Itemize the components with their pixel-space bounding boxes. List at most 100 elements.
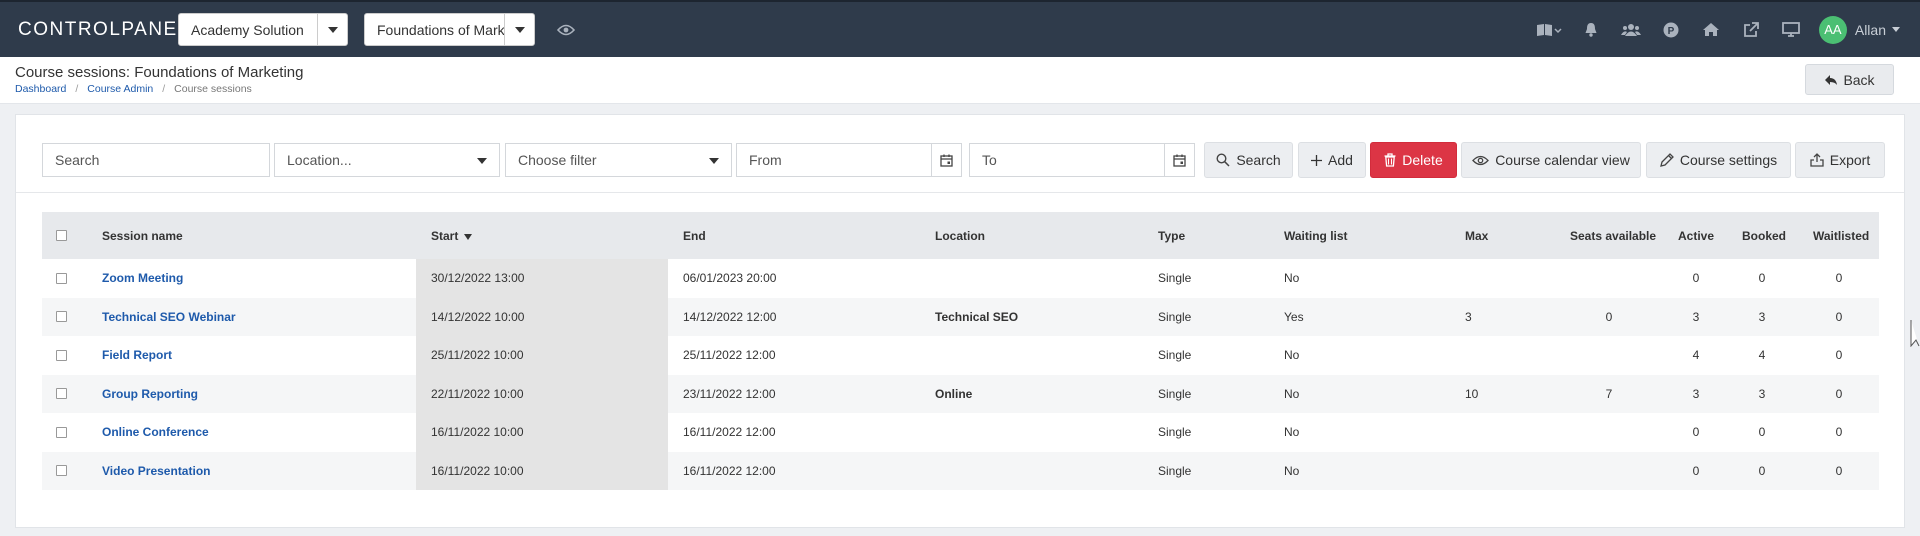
preview-eye-icon[interactable]: [555, 19, 577, 41]
search-icon: [1216, 153, 1230, 167]
course-select-value: Foundations of Mark: [377, 21, 504, 38]
table-header-row: Session name Start End Location Type Wai…: [42, 212, 1879, 259]
col-waiting-list[interactable]: Waiting list: [1284, 229, 1348, 243]
page-title: Course sessions: Foundations of Marketin…: [15, 64, 304, 81]
col-location[interactable]: Location: [935, 229, 985, 243]
home-icon[interactable]: [1691, 2, 1731, 57]
cell-session-name[interactable]: Online Conference: [102, 425, 209, 439]
breadcrumb: Dashboard / Course Admin / Course sessions: [15, 83, 252, 95]
breadcrumb-dashboard[interactable]: Dashboard: [15, 83, 66, 95]
cell-waitlisted: 0: [1835, 309, 1843, 324]
delete-button[interactable]: Delete: [1370, 142, 1457, 178]
col-booked[interactable]: Booked: [1742, 229, 1786, 243]
row-checkbox[interactable]: [56, 272, 67, 284]
row-checkbox[interactable]: [56, 465, 67, 477]
cell-waiting-list: Yes: [1284, 309, 1304, 324]
external-link-icon[interactable]: [1731, 2, 1771, 57]
location-select-placeholder: Location...: [287, 152, 352, 168]
cell-session-name[interactable]: Group Reporting: [102, 387, 198, 401]
cell-start: 30/12/2022 13:00: [431, 271, 525, 286]
search-input-placeholder: Search: [55, 152, 100, 168]
bell-icon[interactable]: [1571, 2, 1611, 57]
chevron-down-icon: [477, 158, 487, 164]
search-input[interactable]: Search: [42, 143, 270, 177]
breadcrumb-current: Course sessions: [174, 83, 252, 95]
cell-booked: 0: [1758, 425, 1766, 440]
cell-waitlisted: 0: [1835, 348, 1843, 363]
calendar-icon[interactable]: [932, 143, 962, 177]
cell-session-name[interactable]: Video Presentation: [102, 464, 210, 478]
from-date-input[interactable]: From: [736, 143, 932, 177]
location-select[interactable]: Location...: [274, 143, 500, 177]
cell-start: 25/11/2022 10:00: [431, 348, 524, 363]
calendar-icon[interactable]: [1165, 143, 1195, 177]
row-checkbox[interactable]: [56, 311, 67, 323]
users-icon[interactable]: [1611, 2, 1651, 57]
cell-active: 0: [1692, 425, 1700, 440]
cell-waiting-list: No: [1284, 463, 1300, 478]
select-all-checkbox[interactable]: [56, 230, 67, 241]
monitor-icon[interactable]: [1771, 2, 1811, 57]
sessions-table: Session name Start End Location Type Wai…: [42, 212, 1879, 490]
cell-seats-available: 0: [1605, 309, 1613, 324]
add-button[interactable]: Add: [1298, 142, 1366, 178]
brand-logo[interactable]: CONTROLPANEL: [18, 19, 188, 41]
cell-max: 3: [1465, 309, 1472, 324]
col-waitlisted[interactable]: Waitlisted: [1813, 229, 1869, 243]
parking-icon[interactable]: P: [1651, 2, 1691, 57]
row-checkbox[interactable]: [56, 349, 67, 361]
breadcrumb-course-admin[interactable]: Course Admin: [87, 83, 153, 95]
cell-session-name[interactable]: Field Report: [102, 348, 172, 362]
course-settings-button[interactable]: Course settings: [1646, 142, 1791, 178]
cell-waiting-list: No: [1284, 348, 1300, 363]
top-navbar: CONTROLPANEL Academy Solution Foundation…: [0, 0, 1920, 57]
cell-booked: 4: [1758, 348, 1766, 363]
back-button[interactable]: Back: [1805, 64, 1894, 95]
cell-location: Online: [935, 386, 973, 401]
export-button[interactable]: Export: [1795, 142, 1885, 178]
filter-select[interactable]: Choose filter: [505, 143, 732, 177]
cell-session-name[interactable]: Technical SEO Webinar: [102, 310, 236, 324]
from-date-placeholder: From: [749, 152, 782, 168]
cell-end: 23/11/2022 12:00: [683, 386, 776, 401]
cell-type: Single: [1158, 386, 1192, 401]
course-calendar-view-button[interactable]: Course calendar view: [1461, 142, 1641, 178]
chevron-down-icon[interactable]: [1892, 27, 1900, 32]
col-active[interactable]: Active: [1678, 229, 1714, 243]
table-row: Video Presentation 16/11/2022 10:00 16/11/…: [42, 451, 1879, 490]
col-session-name[interactable]: Session name: [102, 229, 183, 243]
cell-waitlisted: 0: [1835, 386, 1843, 401]
cell-booked: 0: [1758, 463, 1766, 478]
row-checkbox[interactable]: [56, 426, 67, 438]
cell-end: 16/11/2022 12:00: [683, 463, 776, 478]
trash-icon: [1384, 153, 1396, 167]
avatar[interactable]: AA: [1818, 15, 1847, 44]
cell-start: 14/12/2022 10:00: [431, 309, 525, 324]
chevron-down-icon[interactable]: [317, 14, 347, 45]
col-max[interactable]: Max: [1465, 229, 1488, 243]
col-seats-available[interactable]: Seats available: [1570, 229, 1656, 243]
sessions-card: Search Location... Choose filter From To…: [15, 114, 1905, 528]
user-name[interactable]: Allan: [1855, 22, 1886, 38]
col-type[interactable]: Type: [1158, 229, 1185, 243]
row-checkbox[interactable]: [56, 388, 67, 400]
table-row: Zoom Meeting 30/12/2022 13:00 06/01/2023 2…: [42, 259, 1879, 298]
col-end[interactable]: End: [683, 229, 706, 243]
top-icon-bar: P AA Allan: [1527, 2, 1920, 57]
to-date-input[interactable]: To: [969, 143, 1165, 177]
organization-select[interactable]: Academy Solution: [178, 13, 348, 46]
cell-active: 3: [1692, 309, 1700, 324]
cell-waitlisted: 0: [1835, 463, 1843, 478]
col-start[interactable]: Start: [431, 229, 473, 243]
cell-end: 14/12/2022 12:00: [683, 309, 777, 324]
cell-active: 0: [1692, 463, 1700, 478]
cell-active: 0: [1692, 271, 1700, 286]
cell-start: 16/11/2022 10:00: [431, 463, 524, 478]
search-button[interactable]: Search: [1204, 142, 1293, 178]
chevron-down-icon[interactable]: [504, 14, 534, 45]
cell-end: 06/01/2023 20:00: [683, 271, 777, 286]
course-select[interactable]: Foundations of Mark: [364, 13, 535, 46]
chevron-down-icon: [709, 158, 719, 164]
cell-session-name[interactable]: Zoom Meeting: [102, 271, 183, 285]
book-menu-icon[interactable]: [1527, 2, 1571, 57]
